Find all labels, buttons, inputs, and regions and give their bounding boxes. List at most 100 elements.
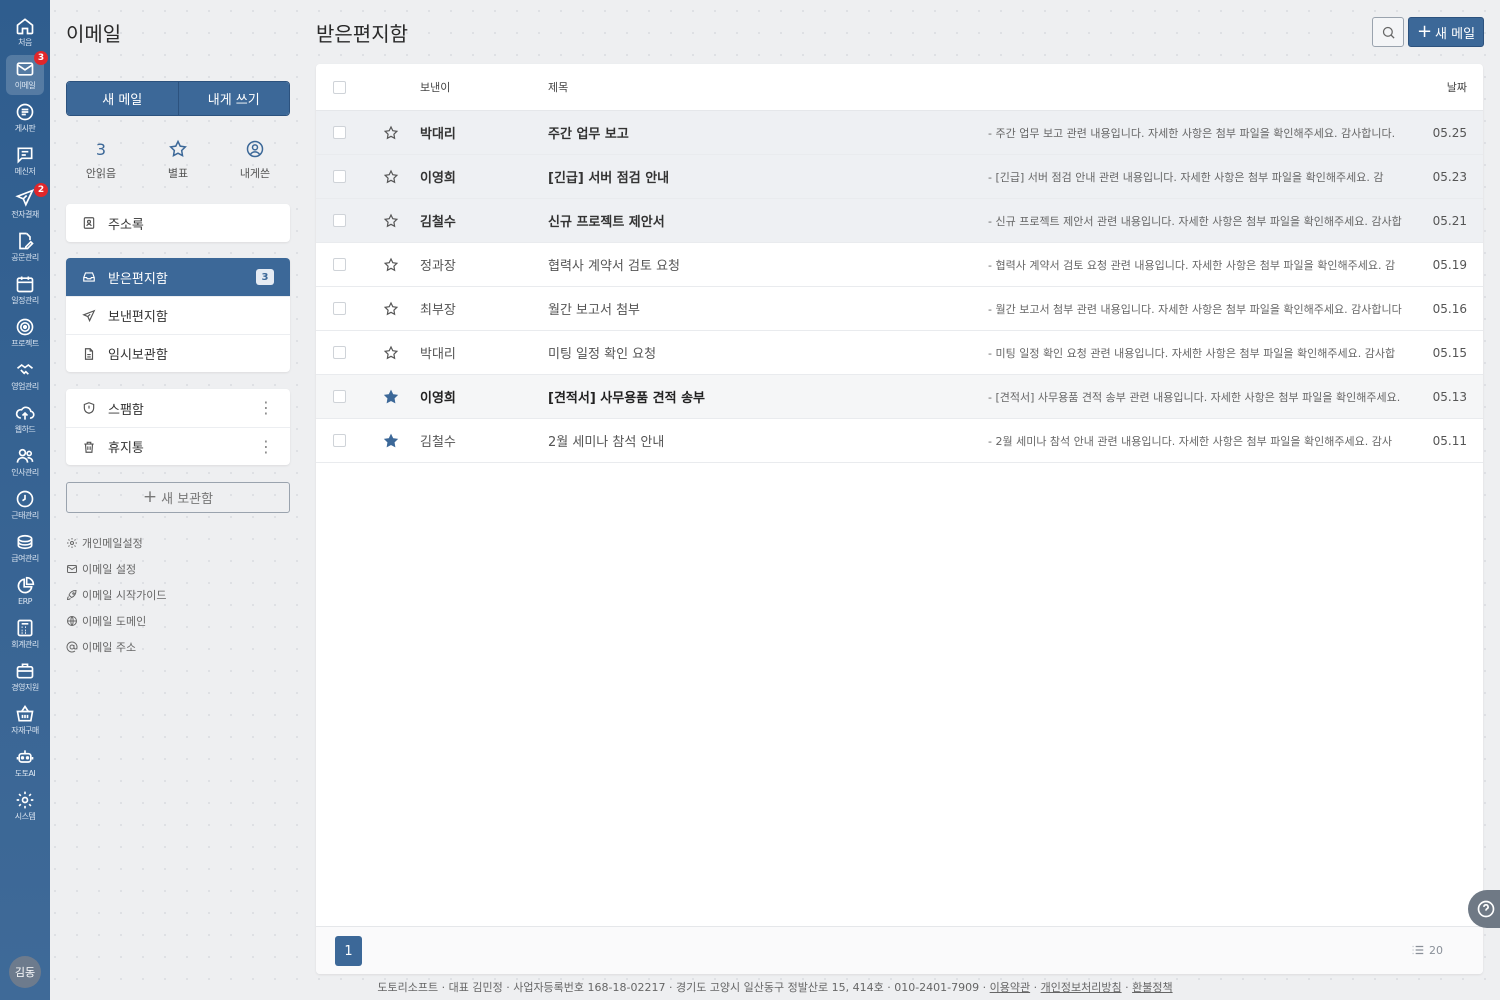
- rail-item-official-docs[interactable]: 공문관리: [0, 227, 50, 267]
- rail-label: 프로젝트: [11, 339, 39, 348]
- rail-label: 이메일: [14, 81, 36, 90]
- column-header-date[interactable]: 날짜: [1413, 79, 1483, 95]
- mail-list-panel: 보낸이 제목 날짜 박대리 주간 업무 보고 - 주간 업무 보고 관련 내용입…: [316, 64, 1483, 974]
- quick-filter-self[interactable]: 내게쓴: [220, 138, 290, 181]
- mail-row[interactable]: 정과장 협력사 계약서 검토 요청 - 협력사 계약서 검토 요청 관련 내용입…: [316, 243, 1483, 287]
- folder-trash[interactable]: 휴지통 ⋮: [66, 427, 290, 465]
- row-checkbox[interactable]: [332, 258, 346, 271]
- row-checkbox[interactable]: [332, 126, 346, 139]
- folder-label: 휴지통: [108, 441, 144, 456]
- folder-label: 보낸편지함: [108, 310, 168, 325]
- target-icon: [16, 318, 34, 336]
- row-checkbox[interactable]: [332, 302, 346, 315]
- rail-item-schedule[interactable]: 일정관리: [0, 270, 50, 310]
- rail-label: 자재구매: [11, 726, 39, 735]
- folder-drafts[interactable]: 임시보관함: [66, 334, 290, 372]
- settings-link-address[interactable]: 이메일 주소: [66, 634, 166, 660]
- row-checkbox[interactable]: [332, 170, 346, 183]
- contact-card-icon: [83, 217, 95, 229]
- footer-privacy-link[interactable]: 개인정보처리방침: [1041, 981, 1122, 994]
- user-avatar[interactable]: 김동: [9, 956, 41, 988]
- settings-links: 개인메일설정 이메일 설정 이메일 시작가이드 이메일 도메인 이메일 주소: [66, 530, 166, 660]
- row-checkbox[interactable]: [332, 214, 346, 227]
- mail-subject: 월간 보고서 첨부: [548, 303, 640, 318]
- star-outline-icon[interactable]: [383, 169, 399, 185]
- star-outline-icon[interactable]: [383, 125, 399, 141]
- rail-item-payroll[interactable]: 급여관리: [0, 528, 50, 568]
- rail-item-system[interactable]: 시스템: [0, 786, 50, 826]
- row-checkbox[interactable]: [332, 346, 346, 359]
- plus-icon: +: [142, 487, 158, 507]
- page-title: 받은편지함: [316, 22, 408, 46]
- mail-row[interactable]: 최부장 월간 보고서 첨부 - 월간 보고서 첨부 관련 내용입니다. 자세한 …: [316, 287, 1483, 331]
- more-options-icon[interactable]: ⋮: [258, 438, 274, 455]
- row-checkbox[interactable]: [332, 390, 346, 403]
- rail-item-purchasing[interactable]: 자재구매: [0, 700, 50, 740]
- new-folder-button[interactable]: + 새 보관함: [66, 482, 290, 513]
- settings-link-email[interactable]: 이메일 설정: [66, 556, 166, 582]
- rail-item-erp[interactable]: ERP: [0, 571, 50, 611]
- rail-label: 인사관리: [11, 468, 39, 477]
- folder-sent[interactable]: 보낸편지함: [66, 296, 290, 334]
- footer-refund-link[interactable]: 환불정책: [1132, 981, 1172, 994]
- rail-item-home[interactable]: 처음: [0, 12, 50, 52]
- star-outline-icon[interactable]: [383, 257, 399, 273]
- row-checkbox[interactable]: [332, 434, 346, 447]
- compose-button[interactable]: 새 메일: [67, 82, 178, 115]
- new-folder-label: 새 보관함: [161, 492, 214, 507]
- mail-row[interactable]: 박대리 미팅 일정 확인 요청 - 미팅 일정 확인 요청 관련 내용입니다. …: [316, 331, 1483, 375]
- settings-link-label: 이메일 시작가이드: [82, 589, 167, 602]
- address-book-card: 주소록: [66, 204, 290, 242]
- mail-row[interactable]: 박대리 주간 업무 보고 - 주간 업무 보고 관련 내용입니다. 자세한 사항…: [316, 111, 1483, 155]
- quick-filter-unread[interactable]: 3 안읽음: [66, 138, 136, 181]
- rail-item-accounting[interactable]: 회계관리: [0, 614, 50, 654]
- per-page-selector[interactable]: 20: [1411, 943, 1443, 957]
- settings-link-label: 이메일 설정: [82, 563, 137, 576]
- quick-filter-starred[interactable]: 별표: [143, 138, 213, 181]
- star-outline-icon[interactable]: [383, 345, 399, 361]
- rail-label: 경영지원: [11, 683, 39, 692]
- rail-item-attendance[interactable]: 근태관리: [0, 485, 50, 525]
- rail-item-project[interactable]: 프로젝트: [0, 313, 50, 353]
- mail-subject: 협력사 계약서 검토 요청: [548, 259, 680, 274]
- mail-icon: [16, 62, 34, 76]
- footer-terms-link[interactable]: 이용약관: [990, 981, 1030, 994]
- star-filled-icon[interactable]: [383, 433, 399, 449]
- settings-link-domain[interactable]: 이메일 도메인: [66, 608, 166, 634]
- search-button[interactable]: [1372, 17, 1404, 47]
- rail-item-approval[interactable]: 전자결재 2: [0, 183, 50, 224]
- mail-row[interactable]: 이영희 [긴급] 서버 점검 안내 - [긴급] 서버 점검 안내 관련 내용입…: [316, 155, 1483, 199]
- settings-link-personal[interactable]: 개인메일설정: [66, 530, 166, 556]
- settings-link-guide[interactable]: 이메일 시작가이드: [66, 582, 166, 608]
- folder-inbox[interactable]: 받은편지함 3: [66, 258, 290, 296]
- rail-item-email[interactable]: 이메일 3: [6, 51, 48, 95]
- rail-item-ai[interactable]: 도토AI: [0, 743, 50, 783]
- write-to-self-button[interactable]: 내게 쓰기: [177, 82, 289, 115]
- page-button-current[interactable]: 1: [335, 936, 362, 966]
- rail-item-management[interactable]: 경영지원: [0, 657, 50, 697]
- mail-row[interactable]: 이영희 [견적서] 사무용품 견적 송부 - [견적서] 사무용품 견적 송부 …: [316, 375, 1483, 419]
- column-header-subject[interactable]: 제목: [548, 79, 988, 95]
- new-mail-button[interactable]: + 새 메일: [1408, 17, 1484, 47]
- column-header-sender[interactable]: 보낸이: [420, 79, 548, 95]
- rail-item-webhard[interactable]: 웹하드: [0, 399, 50, 439]
- row-star-cell: [362, 169, 420, 185]
- star-filled-icon[interactable]: [383, 389, 399, 405]
- mail-subject: 신규 프로젝트 제안서: [548, 215, 665, 230]
- folder-spam[interactable]: 스팸함 ⋮: [66, 389, 290, 427]
- mail-row[interactable]: 김철수 2월 세미나 참석 안내 - 2월 세미나 참석 안내 관련 내용입니다…: [316, 419, 1483, 463]
- address-book-link[interactable]: 주소록: [66, 204, 290, 242]
- star-outline-icon[interactable]: [383, 301, 399, 317]
- rail-item-sales[interactable]: 영업관리: [0, 356, 50, 396]
- coins-icon: [17, 534, 33, 550]
- more-options-icon[interactable]: ⋮: [258, 400, 274, 416]
- help-button[interactable]: [1468, 890, 1500, 928]
- star-outline-icon[interactable]: [383, 213, 399, 229]
- select-all-checkbox[interactable]: [332, 80, 346, 94]
- rail-item-board[interactable]: 게시판: [0, 98, 50, 138]
- rail-item-hr[interactable]: 인사관리: [0, 442, 50, 482]
- mail-row[interactable]: 김철수 신규 프로젝트 제안서 - 신규 프로젝트 제안서 관련 내용입니다. …: [316, 199, 1483, 243]
- settings-link-label: 이메일 주소: [82, 641, 137, 654]
- rail-label: 전자결재: [11, 210, 39, 219]
- rail-item-messenger[interactable]: 메신저: [0, 141, 50, 181]
